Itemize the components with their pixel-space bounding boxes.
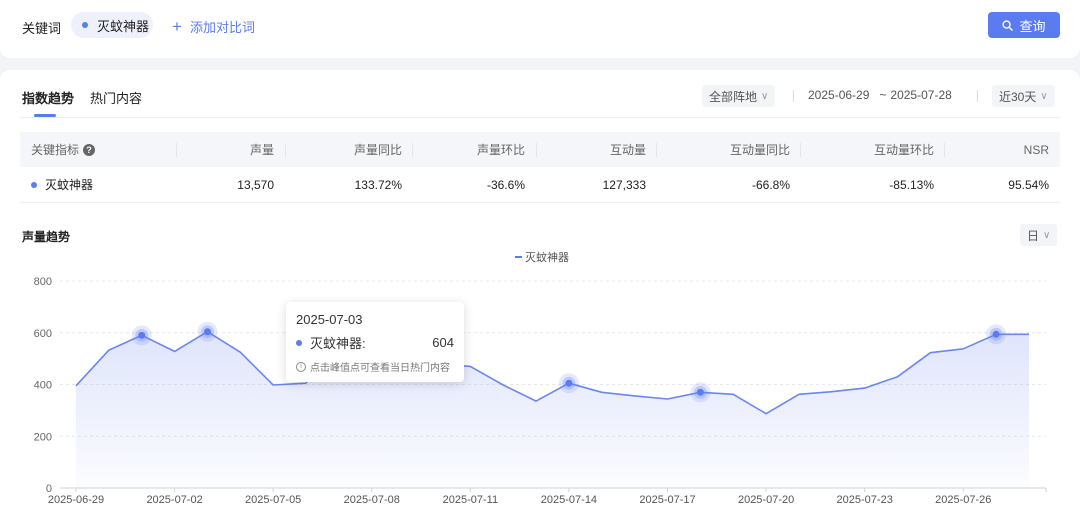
x-tick-label: 2025-07-20: [738, 494, 794, 506]
tooltip-row: 灭蚊神器: 604: [296, 333, 454, 352]
tooltip-hint: i 点击峰值点可查看当日热门内容: [296, 359, 450, 374]
peak-point[interactable]: [992, 330, 1000, 338]
x-tick-label: 2025-07-11: [443, 494, 498, 506]
peak-point[interactable]: [696, 388, 704, 396]
y-tick-label: 400: [34, 380, 52, 392]
series-dot-icon: [296, 339, 302, 346]
tooltip-value: 604: [432, 335, 454, 350]
x-tick-label: 2025-07-05: [245, 494, 301, 506]
x-tick-label: 2025-06-29: [48, 494, 104, 506]
x-tick-label: 2025-07-17: [639, 494, 695, 506]
x-tick-label: 2025-07-23: [837, 494, 893, 506]
x-tick-label: 2025-07-26: [935, 494, 991, 506]
peak-point[interactable]: [138, 331, 146, 339]
chart-tooltip: 2025-07-03 灭蚊神器: 604 i 点击峰值点可查看当日热门内容: [286, 302, 464, 382]
tooltip-date: 2025-07-03: [296, 312, 363, 327]
tooltip-series-name: 灭蚊神器:: [310, 336, 366, 351]
peak-point[interactable]: [565, 379, 573, 387]
x-tick-label: 2025-07-08: [344, 494, 400, 506]
info-icon: i: [296, 361, 306, 372]
y-tick-label: 600: [34, 328, 52, 340]
peak-point[interactable]: [203, 328, 211, 336]
volume-trend-chart[interactable]: 0200400600800 2025-06-29 2025-07-02 2025-0…: [0, 0, 1080, 515]
tooltip-hint-text: 点击峰值点可查看当日热门内容: [310, 363, 450, 374]
y-tick-label: 800: [34, 276, 52, 288]
y-tick-label: 200: [34, 431, 52, 443]
x-tick-label: 2025-07-02: [146, 494, 202, 506]
x-tick-label: 2025-07-14: [541, 494, 597, 506]
series-area: [76, 331, 1029, 488]
